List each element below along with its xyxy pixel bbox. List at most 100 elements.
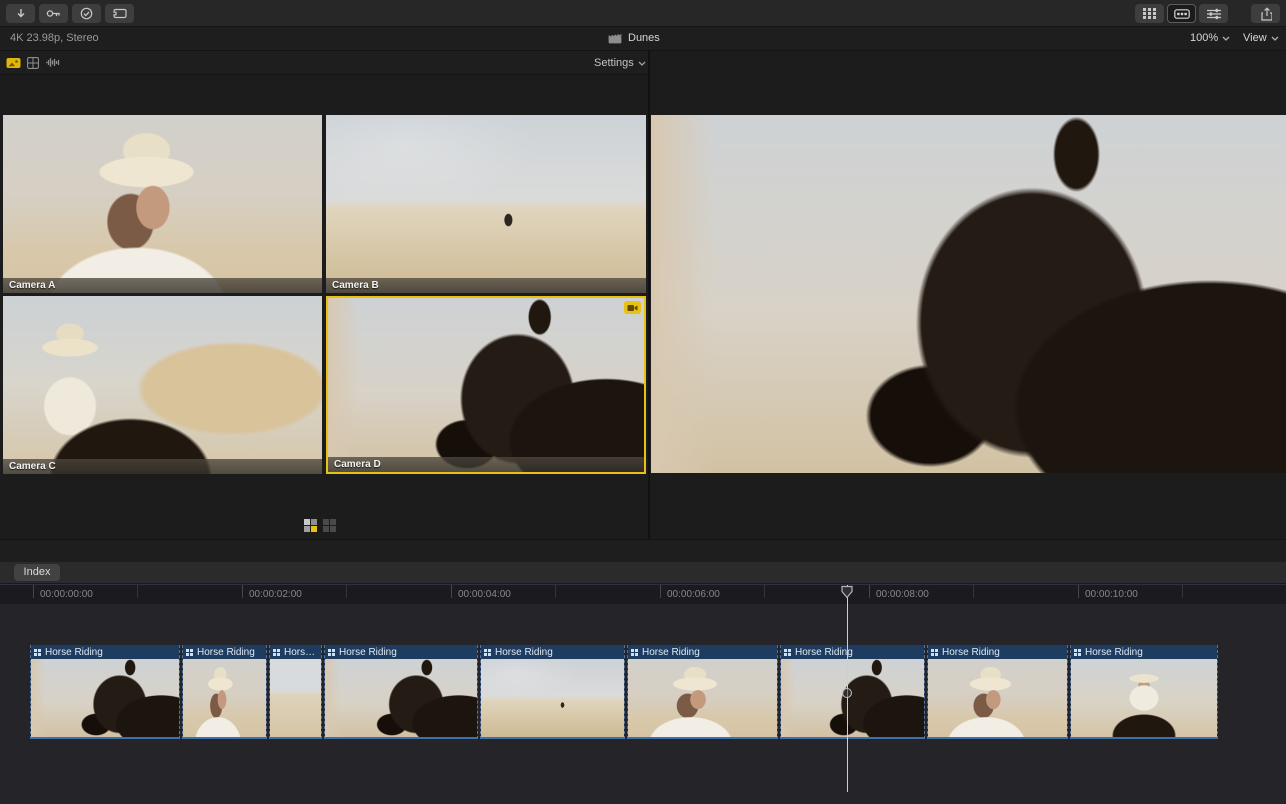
- clip-foot: [628, 737, 777, 739]
- multicam-clip-icon: [484, 649, 491, 656]
- playhead-handle[interactable]: [840, 585, 854, 599]
- clip-header: Horse Riding: [183, 645, 266, 659]
- clip-thumbnail: [325, 659, 477, 737]
- media-clip-button[interactable]: [105, 4, 134, 23]
- angle-settings-dropdown[interactable]: Settings: [594, 57, 646, 69]
- bank-quadrant: [304, 526, 310, 532]
- angle-camera-d[interactable]: Camera D: [326, 296, 646, 474]
- ruler-label: 00:00:08:00: [876, 589, 929, 600]
- project-format-label: 4K 23.98p, Stereo: [10, 32, 99, 44]
- angle-bank-active[interactable]: [304, 519, 319, 533]
- timeline-ruler[interactable]: 00:00:00:00 00:00:02:00 00:00:04:00 00:0…: [0, 584, 1286, 604]
- check-circle-icon: [80, 7, 93, 20]
- clip-name: Horse Riding: [284, 647, 318, 658]
- angle-bank-inactive[interactable]: [323, 519, 338, 533]
- camera-a-label: Camera A: [3, 278, 322, 293]
- clip-header: Horse Riding: [1071, 645, 1217, 659]
- timeline-clip[interactable]: Horse Riding: [30, 645, 180, 739]
- media-clip-icon: [112, 8, 127, 19]
- filmstrip-view-button[interactable]: [1167, 4, 1196, 23]
- timeline-clip[interactable]: Horse Riding: [1070, 645, 1218, 739]
- bank-quadrant-active: [311, 526, 317, 532]
- clapper-icon: [608, 33, 622, 44]
- viewer-view-dropdown[interactable]: View: [1243, 32, 1279, 44]
- timeline-clip[interactable]: Horse Riding: [182, 645, 267, 739]
- clip-foot: [1071, 737, 1217, 739]
- timeline-clip[interactable]: Horse Riding: [480, 645, 625, 739]
- timeline-clip[interactable]: Horse Riding: [627, 645, 778, 739]
- clip-foot: [928, 737, 1067, 739]
- clip-foot: [183, 737, 266, 739]
- clip-name: Horse Riding: [1085, 647, 1143, 658]
- angle-camera-c[interactable]: Camera C: [3, 296, 322, 474]
- clip-thumbnail: [31, 659, 179, 737]
- clip-header: Horse Riding: [325, 645, 477, 659]
- chevron-down-icon: [1222, 36, 1230, 41]
- bank-quadrant: [304, 519, 310, 525]
- main-viewer-image[interactable]: [651, 115, 1286, 473]
- timeline-clip[interactable]: Horse Riding: [927, 645, 1068, 739]
- key-icon: [46, 8, 61, 19]
- timeline-clip[interactable]: Horse Riding: [269, 645, 322, 739]
- viewer-zoom-dropdown[interactable]: 100%: [1190, 32, 1230, 44]
- clip-header: Horse Riding: [928, 645, 1067, 659]
- chevron-down-icon: [638, 61, 646, 66]
- share-icon: [1260, 7, 1272, 21]
- grid-view-icon: [1143, 7, 1156, 20]
- clip-name: Horse Riding: [197, 647, 255, 658]
- ruler-label: 00:00:02:00: [249, 589, 302, 600]
- camera-d-label: Camera D: [328, 457, 644, 472]
- project-title[interactable]: Dunes: [628, 32, 660, 44]
- share-button[interactable]: [1251, 4, 1280, 23]
- clip-thumbnail: [183, 659, 266, 737]
- import-button[interactable]: [6, 4, 35, 23]
- angle-camera-b[interactable]: Camera B: [326, 115, 646, 293]
- clip-header: Horse Riding: [270, 645, 321, 659]
- video-display-icon[interactable]: [6, 57, 21, 69]
- multicam-clip-icon: [1074, 649, 1081, 656]
- clip-thumbnail: [628, 659, 777, 737]
- clip-foot: [325, 737, 477, 739]
- zoom-level-value: 100%: [1190, 32, 1218, 44]
- index-button[interactable]: Index: [14, 564, 60, 581]
- angle-viewer-header: Settings: [0, 51, 648, 75]
- clip-name: Horse Riding: [45, 647, 103, 658]
- playhead-dot[interactable]: [842, 688, 852, 698]
- timeline-clip[interactable]: Horse Riding: [780, 645, 925, 739]
- clip-thumbnail: [781, 659, 924, 737]
- multicam-clip-icon: [273, 649, 280, 656]
- fcp-window: 4K 23.98p, Stereo Dunes 100% View Settin…: [0, 0, 1286, 804]
- audio-display-icon[interactable]: [45, 57, 61, 68]
- film-display-icon[interactable]: [27, 57, 39, 69]
- ruler-label: 00:00:00:00: [40, 589, 93, 600]
- bank-quadrant: [311, 519, 317, 525]
- camera-b-label: Camera B: [326, 278, 646, 293]
- clip-header: Horse Riding: [781, 645, 924, 659]
- inspector-button[interactable]: [1199, 4, 1228, 23]
- clip-header: Horse Riding: [31, 645, 179, 659]
- bank-quadrant: [330, 526, 336, 532]
- import-icon: [15, 8, 27, 20]
- ruler-label: 00:00:10:00: [1085, 589, 1138, 600]
- pane-divider[interactable]: [648, 51, 650, 539]
- clip-header: Horse Riding: [628, 645, 777, 659]
- timeline-clip[interactable]: Horse Riding: [324, 645, 478, 739]
- clip-name: Horse Riding: [495, 647, 553, 658]
- info-bar: 4K 23.98p, Stereo Dunes 100% View: [0, 27, 1286, 51]
- grid-view-button[interactable]: [1135, 4, 1164, 23]
- clip-foot: [481, 737, 624, 739]
- bank-quadrant: [323, 526, 329, 532]
- multicam-clip-icon: [784, 649, 791, 656]
- keyword-button[interactable]: [39, 4, 68, 23]
- multicam-clip-icon: [186, 649, 193, 656]
- bank-quadrant: [330, 519, 336, 525]
- tasks-button[interactable]: [72, 4, 101, 23]
- angle-camera-a[interactable]: Camera A: [3, 115, 322, 293]
- clip-thumbnail: [481, 659, 624, 737]
- clip-header: Horse Riding: [481, 645, 624, 659]
- video-camera-icon: [627, 304, 638, 312]
- ruler-label: 00:00:06:00: [667, 589, 720, 600]
- clip-thumbnail: [270, 659, 321, 737]
- clip-name: Horse Riding: [339, 647, 397, 658]
- multicam-clip-icon: [631, 649, 638, 656]
